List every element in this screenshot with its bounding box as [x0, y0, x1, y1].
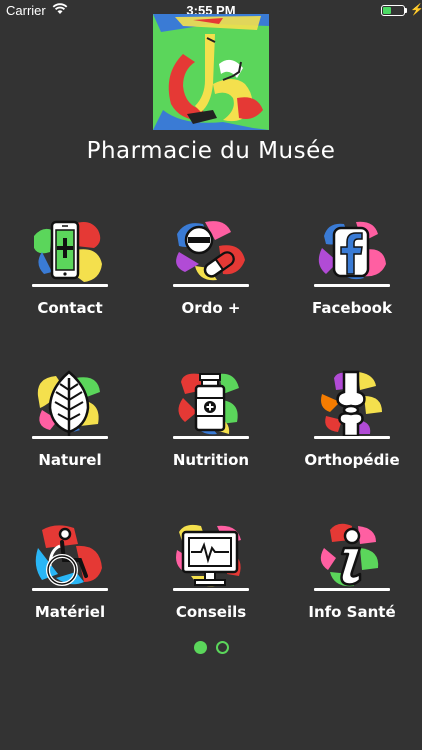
tile-label-naturel: Naturel [38, 451, 102, 469]
tile-underline [32, 588, 108, 591]
facebook-icon [318, 221, 386, 280]
menu-tile-nutrition[interactable]: Nutrition [141, 368, 281, 488]
tile-label-contact: Contact [37, 299, 103, 317]
battery-tip [405, 8, 407, 13]
tile-underline [173, 588, 249, 591]
menu-tile-ordo[interactable]: Ordo + [141, 216, 281, 336]
battery-icon [381, 5, 405, 16]
menu-tile-facebook[interactable]: Facebook [282, 216, 422, 336]
knee-joint-icon [321, 370, 382, 438]
page-indicator[interactable] [0, 641, 422, 655]
tile-underline [173, 436, 249, 439]
tile-underline [314, 284, 390, 287]
page-dot-1[interactable] [194, 641, 207, 654]
tile-underline [173, 284, 249, 287]
tile-label-conseils: Conseils [175, 603, 247, 621]
tile-label-facebook: Facebook [312, 299, 392, 317]
app-logo [153, 14, 269, 130]
menu-tile-contact[interactable]: Contact [0, 216, 140, 336]
wheelchair-icon [35, 525, 102, 586]
page-dot-2[interactable] [216, 641, 229, 654]
tile-label-info-sante: Info Santé [308, 603, 396, 621]
menu-tile-materiel[interactable]: Matériel [0, 520, 140, 640]
monitor-heartbeat-icon [176, 524, 241, 587]
battery-level [383, 7, 391, 14]
menu-tile-naturel[interactable]: Naturel [0, 368, 140, 488]
tile-underline [314, 436, 390, 439]
tile-label-orthopedie: Orthopédie [304, 451, 400, 469]
menu-tile-info-sante[interactable]: Info Santé [282, 520, 422, 640]
pills-icon [176, 221, 245, 281]
tile-label-nutrition: Nutrition [172, 451, 250, 469]
tile-label-ordo: Ordo + [181, 299, 241, 317]
tile-underline [314, 588, 390, 591]
tile-underline [32, 284, 108, 287]
info-icon [320, 523, 379, 587]
menu-tile-orthopedie[interactable]: Orthopédie [282, 368, 422, 488]
leaf-icon [37, 370, 100, 438]
charging-bolt-icon: ⚡ [410, 4, 422, 16]
tile-underline [32, 436, 108, 439]
tile-label-materiel: Matériel [34, 603, 106, 621]
phone-icon [34, 220, 102, 282]
supplement-bottle-icon [178, 373, 239, 435]
app-title: Pharmacie du Musée [86, 138, 336, 164]
menu-tile-conseils[interactable]: Conseils [141, 520, 281, 640]
